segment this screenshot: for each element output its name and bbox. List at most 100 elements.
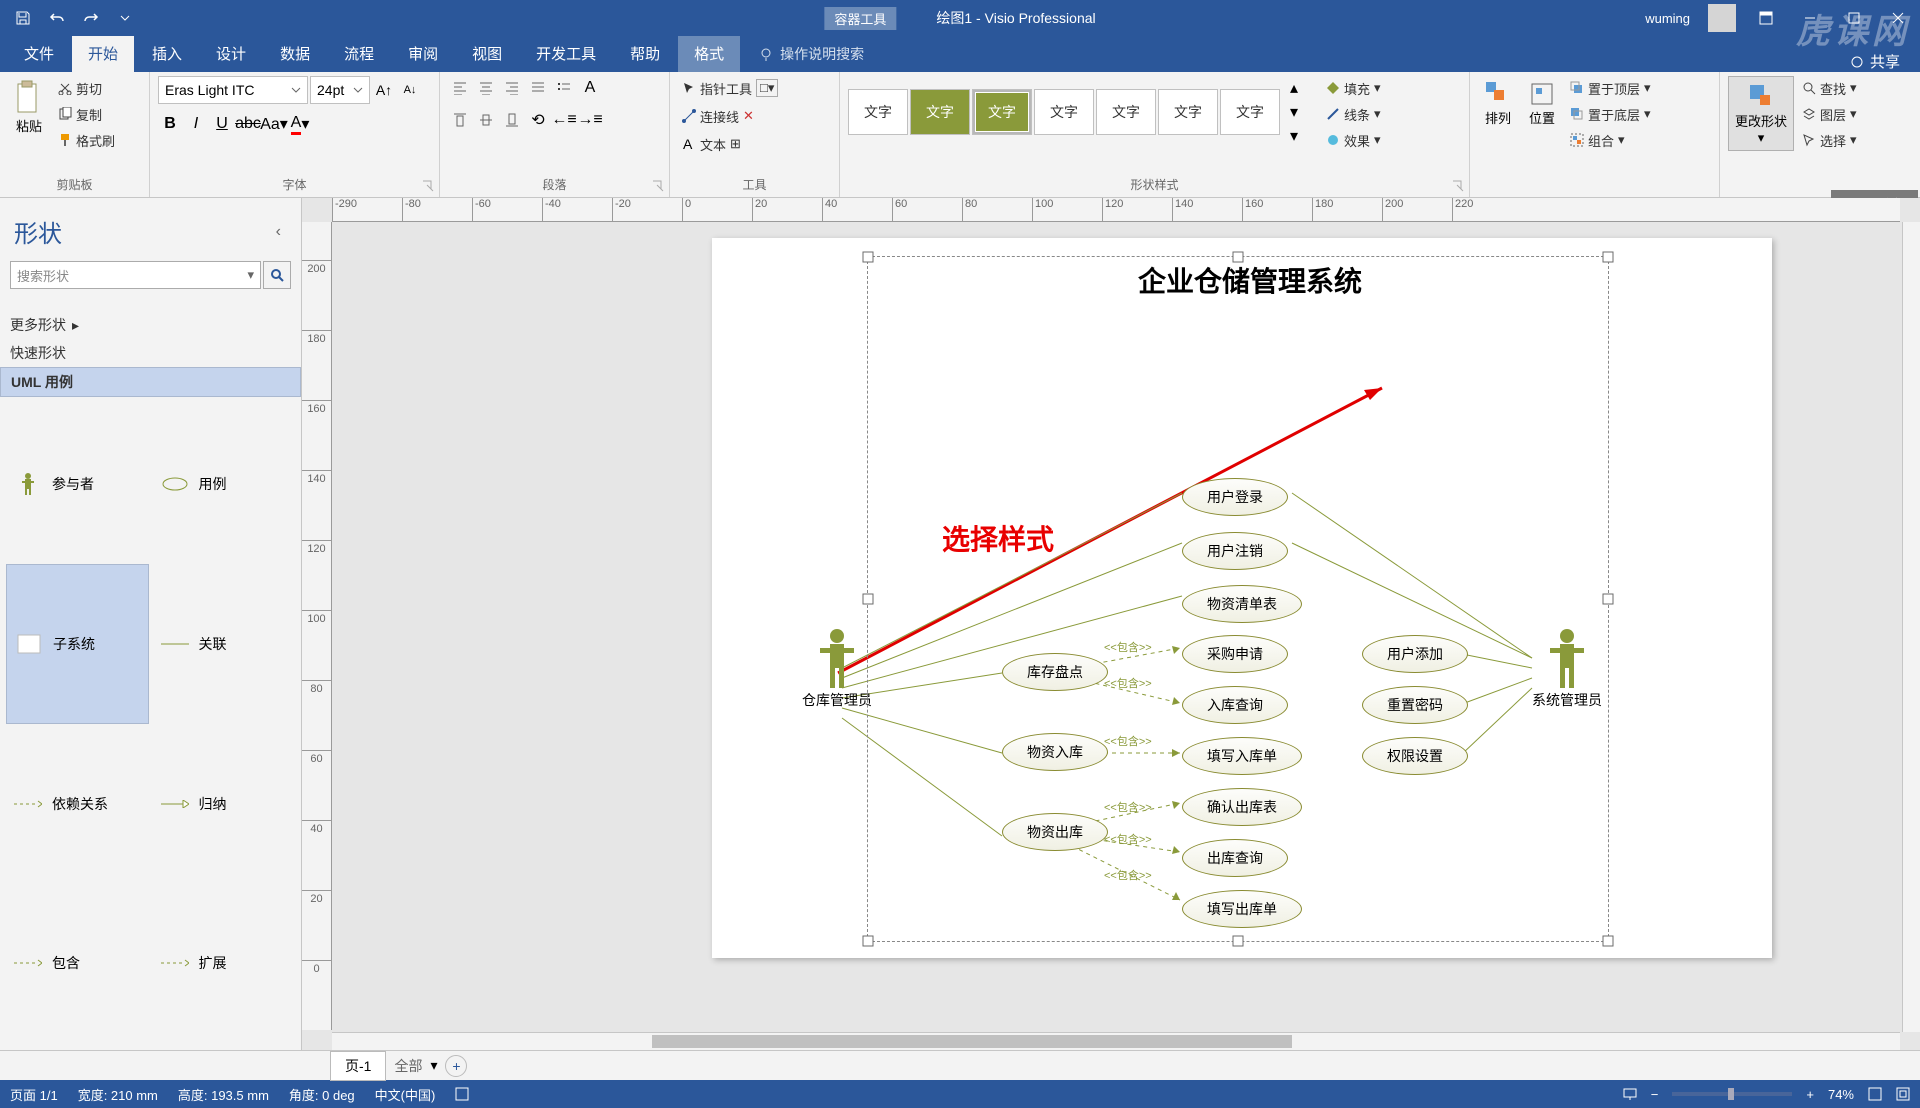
paste-button[interactable]: 粘贴 bbox=[8, 76, 50, 139]
add-page-button[interactable]: + bbox=[445, 1055, 467, 1077]
font-size-select[interactable]: 24pt bbox=[310, 76, 370, 104]
macro-icon[interactable] bbox=[455, 1087, 469, 1101]
rotate-text-button[interactable]: ⟲ bbox=[526, 108, 550, 132]
align-left-button[interactable] bbox=[448, 76, 472, 100]
style-6[interactable]: 文字 bbox=[1158, 89, 1218, 135]
connector-tool-button[interactable]: 连接线✕ bbox=[678, 104, 758, 128]
ribbon-display-icon[interactable] bbox=[1744, 0, 1788, 36]
close-button[interactable] bbox=[1876, 0, 1920, 36]
underline-button[interactable]: U bbox=[210, 112, 234, 136]
gallery-up-button[interactable]: ▴ bbox=[1282, 76, 1306, 100]
font-dialog-launcher[interactable] bbox=[421, 179, 435, 193]
tab-data[interactable]: 数据 bbox=[264, 35, 326, 72]
uc-adduser[interactable]: 用户添加 bbox=[1362, 635, 1468, 673]
format-painter-button[interactable]: 格式刷 bbox=[54, 128, 119, 152]
quick-shapes-link[interactable]: 快速形状 bbox=[0, 339, 301, 367]
shape-subsystem[interactable]: 子系统 bbox=[6, 564, 149, 723]
style-4[interactable]: 文字 bbox=[1034, 89, 1094, 135]
qat-more-icon[interactable] bbox=[110, 4, 140, 32]
zoom-in-button[interactable]: + bbox=[1806, 1087, 1814, 1102]
tab-design[interactable]: 设计 bbox=[200, 35, 262, 72]
status-page[interactable]: 页面 1/1 bbox=[10, 1085, 58, 1104]
shape-style-gallery[interactable]: 文字 文字 文字 文字 文字 文字 文字 ▴ ▾ ▾ bbox=[848, 76, 1306, 148]
diagram-title[interactable]: 企业仓储管理系统 bbox=[1138, 260, 1362, 300]
avatar[interactable] bbox=[1708, 4, 1736, 32]
uml-usecase-stencil[interactable]: UML 用例 bbox=[0, 367, 301, 397]
tell-me-search[interactable]: 操作说明搜索 bbox=[742, 36, 880, 72]
tab-home[interactable]: 开始 bbox=[72, 35, 134, 72]
tab-view[interactable]: 视图 bbox=[456, 35, 518, 72]
cut-button[interactable]: 剪切 bbox=[54, 76, 119, 100]
tab-help[interactable]: 帮助 bbox=[614, 35, 676, 72]
align-right-button[interactable] bbox=[500, 76, 524, 100]
shape-generalization[interactable]: 归纳 bbox=[153, 726, 296, 883]
grow-font-button[interactable]: A↑ bbox=[372, 78, 396, 102]
uc-outfill[interactable]: 填写出库单 bbox=[1182, 890, 1302, 928]
pointer-tool-button[interactable]: 指针工具□▾ bbox=[678, 76, 782, 100]
tab-dev[interactable]: 开发工具 bbox=[520, 35, 612, 72]
uc-outquery[interactable]: 出库查询 bbox=[1182, 839, 1288, 877]
style-5[interactable]: 文字 bbox=[1096, 89, 1156, 135]
uc-perm[interactable]: 权限设置 bbox=[1362, 737, 1468, 775]
style-1[interactable]: 文字 bbox=[848, 89, 908, 135]
uc-list[interactable]: 物资清单表 bbox=[1182, 585, 1302, 623]
uc-inquery[interactable]: 入库查询 bbox=[1182, 686, 1288, 724]
zoom-slider[interactable] bbox=[1672, 1092, 1792, 1096]
scrollbar-vertical[interactable] bbox=[1902, 222, 1920, 1032]
actor-warehouse[interactable]: 仓库管理员 bbox=[802, 628, 872, 710]
uc-resetpwd[interactable]: 重置密码 bbox=[1362, 686, 1468, 724]
align-middle-button[interactable] bbox=[474, 108, 498, 132]
shape-include[interactable]: 包含 bbox=[6, 885, 149, 1042]
change-shape-button[interactable]: 更改形状▾ bbox=[1728, 76, 1794, 151]
canvas[interactable]: -290-80-60-40-20020406080100120140160180… bbox=[302, 198, 1920, 1050]
page-tab-all[interactable]: 全部 bbox=[394, 1056, 422, 1076]
align-center-button[interactable] bbox=[474, 76, 498, 100]
uc-outstock[interactable]: 物资出库 bbox=[1002, 813, 1108, 851]
fill-button[interactable]: 填充▾ bbox=[1322, 76, 1385, 100]
present-icon[interactable] bbox=[1623, 1087, 1637, 1101]
tab-file[interactable]: 文件 bbox=[8, 35, 70, 72]
minimize-button[interactable] bbox=[1788, 0, 1832, 36]
tab-process[interactable]: 流程 bbox=[328, 35, 390, 72]
tab-format[interactable]: 格式 bbox=[678, 35, 740, 72]
shape-actor[interactable]: 参与者 bbox=[6, 405, 149, 562]
send-back-button[interactable]: 置于底层▾ bbox=[1566, 102, 1655, 126]
redo-button[interactable] bbox=[76, 4, 106, 32]
indent-dec-button[interactable]: ←≡ bbox=[552, 108, 576, 132]
collapse-panel-button[interactable]: ‹ bbox=[270, 217, 287, 247]
shapes-search-go[interactable] bbox=[263, 261, 291, 289]
shape-dependency[interactable]: 依赖关系 bbox=[6, 726, 149, 883]
style-7[interactable]: 文字 bbox=[1220, 89, 1280, 135]
scrollbar-horizontal[interactable] bbox=[332, 1032, 1900, 1050]
uc-logout[interactable]: 用户注销 bbox=[1182, 532, 1288, 570]
font-color-button[interactable]: A▾ bbox=[288, 112, 312, 136]
group-button[interactable]: 组合▾ bbox=[1566, 128, 1655, 152]
align-top-button[interactable] bbox=[448, 108, 472, 132]
strike-button[interactable]: abc bbox=[236, 112, 260, 136]
font-family-select[interactable]: Eras Light ITC bbox=[158, 76, 308, 104]
text-tool-button[interactable]: A文本⊞ bbox=[678, 132, 745, 156]
gallery-more-button[interactable]: ▾ bbox=[1282, 124, 1306, 148]
bring-front-button[interactable]: 置于顶层▾ bbox=[1566, 76, 1655, 100]
layer-button[interactable]: 图层▾ bbox=[1798, 102, 1861, 126]
shapes-search-input[interactable]: 搜索形状▾ bbox=[10, 261, 261, 289]
style-2[interactable]: 文字 bbox=[910, 89, 970, 135]
para-dialog-launcher[interactable] bbox=[651, 179, 665, 193]
bold-button[interactable]: B bbox=[158, 112, 182, 136]
effect-button[interactable]: 效果▾ bbox=[1322, 128, 1385, 152]
gallery-down-button[interactable]: ▾ bbox=[1282, 100, 1306, 124]
shape-extend[interactable]: 扩展 bbox=[153, 885, 296, 1042]
uc-purchase[interactable]: 采购申请 bbox=[1182, 635, 1288, 673]
shrink-font-button[interactable]: A↓ bbox=[398, 78, 422, 102]
position-button[interactable]: 位置 bbox=[1522, 76, 1562, 131]
style-3[interactable]: 文字 bbox=[972, 89, 1032, 135]
case-button[interactable]: Aa▾ bbox=[262, 112, 286, 136]
line-button[interactable]: 线条▾ bbox=[1322, 102, 1385, 126]
copy-button[interactable]: 复制 bbox=[54, 102, 119, 126]
uc-login[interactable]: 用户登录 bbox=[1182, 478, 1288, 516]
undo-button[interactable] bbox=[42, 4, 72, 32]
uc-infill[interactable]: 填写入库单 bbox=[1182, 737, 1302, 775]
fit-window-icon[interactable] bbox=[1868, 1087, 1882, 1101]
justify-button[interactable] bbox=[526, 76, 550, 100]
shape-association[interactable]: 关联 bbox=[153, 564, 296, 723]
